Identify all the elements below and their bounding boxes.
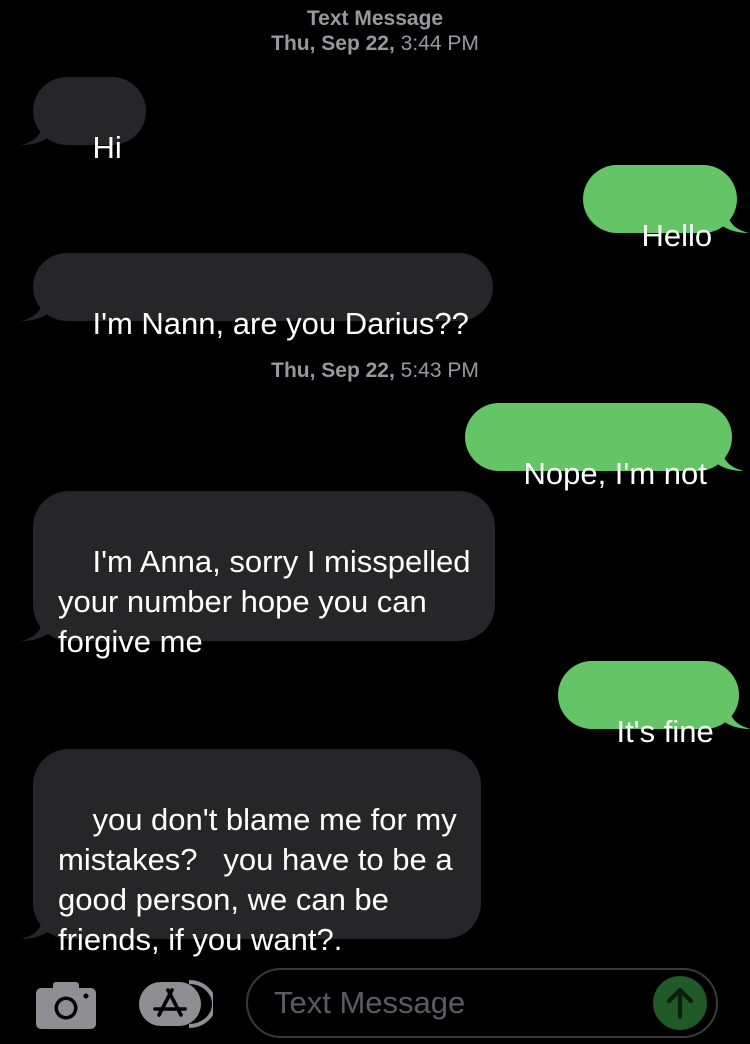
send-arrow-graphic xyxy=(653,976,707,1030)
message-text: I'm Nann, are you Darius?? xyxy=(92,306,469,341)
composer-bar: Text Message xyxy=(0,955,750,1044)
bubble-tail xyxy=(21,615,51,641)
camera-icon[interactable] xyxy=(36,981,96,1029)
service-label: Text Message xyxy=(0,6,750,31)
message-text: you don't blame me for my mistakes? you … xyxy=(58,802,457,957)
message-text: I'm Anna, sorry I misspelled your number… xyxy=(58,544,471,659)
message-input-placeholder: Text Message xyxy=(274,985,466,1020)
message-bubble-outgoing[interactable]: Hello xyxy=(583,165,750,253)
message-text: Hello xyxy=(641,218,713,253)
service-name: Text Message xyxy=(306,7,444,30)
timestamp-time: 3:44 PM xyxy=(394,32,479,55)
app-store-icon[interactable] xyxy=(137,979,216,1029)
message-bubble-incoming[interactable]: you don't blame me for my mistakes? you … xyxy=(21,749,481,957)
message-input[interactable]: Text Message xyxy=(246,968,718,1038)
camera-icon-graphic xyxy=(36,982,96,1029)
app-store-icon-graphic xyxy=(139,980,216,1028)
send-arrow-icon[interactable] xyxy=(653,976,707,1030)
message-text: Hi xyxy=(92,130,122,165)
message-bubble-incoming[interactable]: I'm Nann, are you Darius?? xyxy=(21,253,493,341)
timestamp-time: 5:43 PM xyxy=(394,359,479,382)
bubble-tail xyxy=(21,295,51,321)
bubble-tail xyxy=(21,913,51,939)
messages-screen: Text Message Thu, Sep 22, 3:44 PM Hi Hel… xyxy=(0,0,750,1044)
message-bubble-outgoing[interactable]: Nope, I'm not xyxy=(465,403,744,491)
message-text: It's fine xyxy=(616,714,714,749)
timestamp-first: Thu, Sep 22, 3:44 PM xyxy=(0,31,750,56)
timestamp-separator: Thu, Sep 22, 5:43 PM xyxy=(0,358,750,383)
timestamp-day: Thu, Sep 22, xyxy=(271,32,395,55)
bubble-tail xyxy=(21,119,51,145)
message-text: Nope, I'm not xyxy=(523,456,707,491)
message-bubble-incoming[interactable]: Hi xyxy=(21,77,146,165)
timestamp-day: Thu, Sep 22, xyxy=(271,359,395,382)
bubble-tail xyxy=(719,207,750,233)
bubble-tail xyxy=(720,703,750,729)
message-bubble-incoming[interactable]: I'm Anna, sorry I misspelled your number… xyxy=(21,491,495,659)
message-bubble-outgoing[interactable]: It's fine xyxy=(558,661,750,749)
bubble-tail xyxy=(713,445,744,471)
